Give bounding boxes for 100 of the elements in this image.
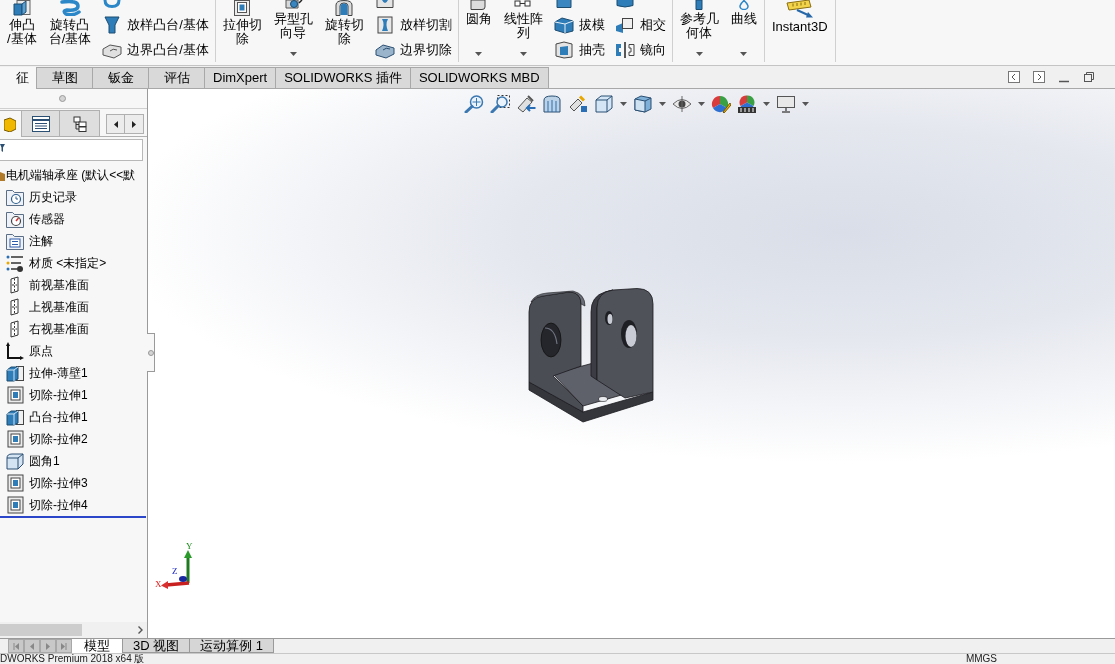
tree-item[interactable]: 切除-拉伸1	[0, 384, 147, 406]
ribbon-button[interactable]: 拉伸切 除	[217, 0, 267, 62]
zoom-icon[interactable]	[490, 95, 510, 113]
ribbon-button[interactable]: 异型孔 向导	[268, 0, 318, 62]
panel-tab[interactable]	[60, 110, 100, 136]
ribbon-button[interactable]: 边界凸台/基体	[98, 37, 213, 62]
block-icon	[554, 0, 573, 8]
ribbon-tab[interactable]: SOLIDWORKS MBD	[410, 67, 549, 88]
ribbon-tab[interactable]: 征	[0, 67, 37, 89]
triangle-left-icon	[29, 642, 35, 650]
caret-icon[interactable]	[802, 102, 809, 106]
grip-icon[interactable]	[59, 95, 66, 102]
caret-icon[interactable]	[763, 102, 770, 106]
caret-icon[interactable]	[698, 102, 705, 106]
ribbon-tab[interactable]: 钣金	[93, 67, 149, 88]
axis-label: Y	[186, 541, 193, 551]
color-sphere-icon[interactable]	[737, 95, 757, 113]
product-name: DWORKS Premium 2018 x64 版	[0, 654, 145, 664]
list-gear-icon	[6, 254, 24, 272]
block-icon	[469, 0, 488, 10]
scroll-left-button[interactable]	[106, 114, 125, 134]
rounded-cube-icon	[6, 452, 24, 470]
tile-left-icon[interactable]	[1008, 71, 1020, 83]
tree-item[interactable]: 电机端轴承座 (默认<<默	[0, 164, 147, 186]
ribbon-tab[interactable]: SOLIDWORKS 插件	[276, 67, 411, 88]
scrollbar-thumb[interactable]	[0, 624, 82, 636]
cube-icon	[12, 0, 31, 16]
folder-icon	[6, 188, 24, 206]
model-tab[interactable]: 模型	[72, 639, 123, 653]
skip-back-icon	[13, 642, 19, 650]
model-tab[interactable]: 运动算例 1	[190, 639, 275, 653]
skip-forward-icon	[61, 642, 67, 650]
tree-item[interactable]: 切除-拉伸2	[0, 428, 147, 450]
frame-icon	[6, 386, 24, 404]
list-icon	[31, 115, 50, 132]
scroll-right-button[interactable]	[125, 114, 144, 134]
tree-item[interactable]: 历史记录	[0, 186, 147, 208]
filter-field[interactable]	[0, 139, 143, 161]
tree-item[interactable]: 凸台-拉伸1	[0, 406, 147, 428]
ribbon-button[interactable]: 伸凸 /基体	[2, 0, 42, 62]
ribbon-button[interactable]: 相交	[610, 12, 670, 37]
cube-icon	[4, 116, 16, 132]
arch-icon	[334, 0, 355, 16]
ribbon-button[interactable]: 旋转凸 台/基体	[43, 0, 97, 62]
ribbon-button[interactable]: 拔模	[549, 12, 609, 37]
panel-tab[interactable]	[22, 110, 60, 136]
splitter-handle[interactable]	[147, 333, 155, 372]
folder-icon	[6, 232, 24, 250]
ribbon-button[interactable]: 线性阵 列	[498, 0, 548, 62]
camera-icon[interactable]	[568, 95, 588, 113]
monitor-icon[interactable]	[776, 95, 796, 113]
cylinder-icon[interactable]	[542, 95, 562, 113]
box-icon	[553, 15, 574, 34]
ribbon-button[interactable]: 边界切除	[370, 37, 456, 62]
color-sphere-icon[interactable]	[711, 95, 731, 113]
tree-item[interactable]: 切除-拉伸3	[0, 472, 147, 494]
ribbon-button[interactable]: Instant3D	[766, 0, 833, 62]
triangle-right-icon	[45, 642, 51, 650]
curve-icon	[103, 0, 122, 8]
axis-label: X	[155, 579, 162, 589]
frame-icon	[374, 15, 395, 34]
cube-icon[interactable]	[633, 95, 653, 113]
caret-icon[interactable]	[620, 102, 627, 106]
funnel-icon	[0, 144, 5, 152]
ribbon-button[interactable]: 圆角	[460, 0, 497, 62]
caret-icon[interactable]	[659, 102, 666, 106]
tree-item[interactable]: 右视基准面	[0, 318, 147, 340]
tree-item[interactable]: 圆角1	[0, 450, 147, 472]
tree-item[interactable]: 拉伸-薄壁1	[0, 362, 147, 384]
ribbon-button[interactable]: 旋转切 除	[319, 0, 369, 62]
ribbon-tab[interactable]: 草图	[37, 67, 93, 88]
ribbon-button[interactable]: 曲线	[725, 0, 762, 62]
tree-item[interactable]: 材质 <未指定>	[0, 252, 147, 274]
horizontal-scrollbar[interactable]	[0, 622, 147, 638]
tree-item[interactable]: 前视基准面	[0, 274, 147, 296]
restore-icon[interactable]	[1083, 71, 1095, 83]
ribbon-button[interactable]: 抽壳	[549, 37, 609, 62]
tree-item[interactable]: 上视基准面	[0, 296, 147, 318]
frame-icon	[6, 430, 24, 448]
ribbon-tab[interactable]: 评估	[149, 67, 205, 88]
ribbon-button[interactable]: 放样切割	[370, 12, 456, 37]
tree-item[interactable]: 切除-拉伸4	[0, 494, 147, 516]
chevron-right-icon[interactable]	[138, 626, 143, 634]
tree-icon	[72, 115, 87, 132]
camera-icon[interactable]	[516, 95, 536, 113]
cubes-icon	[614, 15, 635, 34]
ribbon-button[interactable]: 参考几 何体	[674, 0, 724, 62]
tree-item[interactable]: 注解	[0, 230, 147, 252]
tree-item[interactable]: 传感器	[0, 208, 147, 230]
triangle-left-icon	[113, 120, 118, 128]
zoom-icon[interactable]	[464, 95, 484, 113]
tile-right-icon[interactable]	[1033, 71, 1045, 83]
ribbon-button[interactable]: 镜向	[610, 37, 670, 62]
ribbon-tab[interactable]: DimXpert	[205, 67, 277, 88]
tree-item[interactable]: 原点	[0, 340, 147, 362]
cube-icon[interactable]	[594, 95, 614, 113]
ribbon-button[interactable]: 放样凸台/基体	[98, 12, 213, 37]
panel-tab[interactable]	[0, 110, 22, 137]
model-tab[interactable]: 3D 视图	[123, 639, 191, 653]
eye-icon[interactable]	[672, 95, 692, 113]
